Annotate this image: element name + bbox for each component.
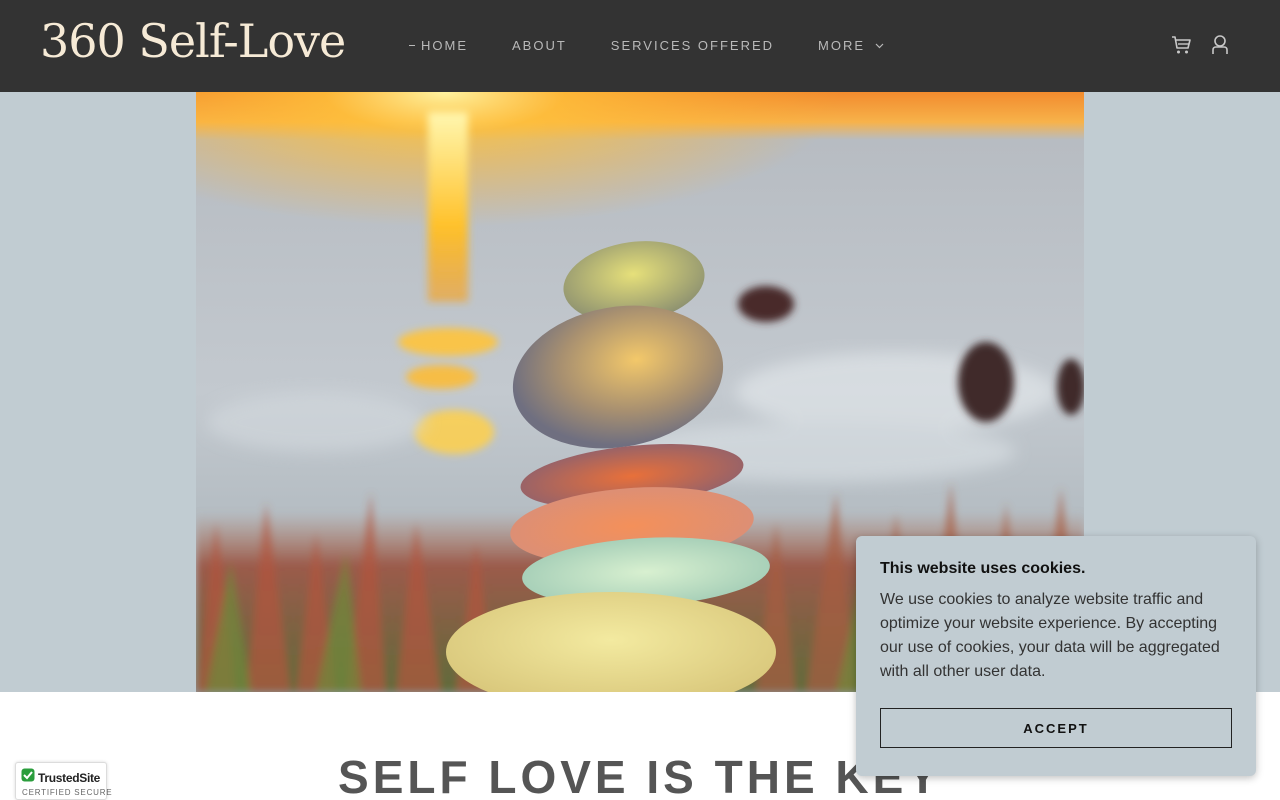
nav-about-label: ABOUT bbox=[512, 38, 567, 53]
chevron-down-icon bbox=[875, 43, 884, 49]
nav-home[interactable]: HOME bbox=[409, 38, 468, 53]
checkmark-icon bbox=[21, 768, 35, 787]
cart-icon[interactable] bbox=[1170, 34, 1192, 56]
accept-cookies-button[interactable]: ACCEPT bbox=[880, 708, 1232, 748]
site-header: 360 Self-Love HOME ABOUT SERVICES OFFERE… bbox=[0, 0, 1280, 92]
site-logo[interactable]: 360 Self-Love bbox=[40, 14, 346, 68]
trustedsite-badge[interactable]: TrustedSite CERTIFIED SECURE bbox=[15, 762, 112, 800]
user-icon[interactable] bbox=[1209, 34, 1231, 56]
trustedsite-top: TrustedSite bbox=[21, 768, 100, 787]
nav-services-offered[interactable]: SERVICES OFFERED bbox=[611, 38, 774, 53]
nav-services-label: SERVICES OFFERED bbox=[610, 38, 775, 53]
cookie-title: This website uses cookies. bbox=[880, 560, 1086, 577]
trustedsite-name: TrustedSite bbox=[38, 770, 101, 785]
cookie-body: We use cookies to analyze website traffi… bbox=[880, 591, 1220, 680]
trustedsite-sub: CERTIFIED SECURE bbox=[22, 788, 113, 797]
active-indicator bbox=[409, 45, 415, 46]
nav-more-label: MORE bbox=[818, 38, 866, 53]
nav-home-label: HOME bbox=[421, 38, 468, 53]
nav-more[interactable]: MORE bbox=[818, 38, 884, 53]
cookie-banner: This website uses cookies. We use cookie… bbox=[856, 536, 1256, 776]
main-nav: HOME ABOUT SERVICES OFFERED MORE bbox=[409, 38, 928, 53]
nav-about[interactable]: ABOUT bbox=[512, 38, 567, 53]
